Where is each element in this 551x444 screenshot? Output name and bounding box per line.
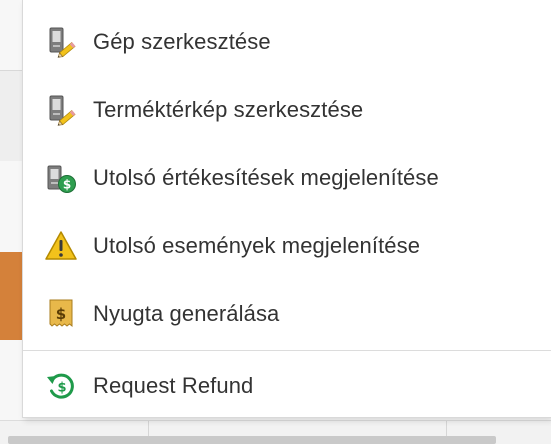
background-highlight-row [0,252,22,340]
menu-item-label: Request Refund [93,373,254,398]
svg-text:$: $ [56,305,66,323]
svg-text:$: $ [63,178,71,192]
refund-icon: $ [43,368,79,404]
menu-item-label: Nyugta generálása [93,301,280,326]
menu-item-request-refund[interactable]: $ Request Refund [23,358,551,414]
menu-item-show-recent-sales[interactable]: $ Utolsó értékesítések megjelenítése [23,150,551,206]
receipt-icon: $ [43,296,79,332]
machine-edit-icon [43,24,79,60]
context-menu: Gép szerkesztése Terméktérkép szerkeszté… [22,0,551,418]
menu-item-label: Utolsó események megjelenítése [93,233,421,258]
menu-item-label: Terméktérkép szerkesztése [93,97,364,122]
horizontal-scrollbar[interactable] [8,436,496,444]
svg-text:$: $ [57,381,66,396]
warning-icon [43,228,79,264]
recent-sales-icon: $ [43,160,79,196]
menu-item-edit-product-map[interactable]: Terméktérkép szerkesztése [23,82,551,138]
menu-item-generate-receipt[interactable]: $ Nyugta generálása [23,286,551,342]
menu-item-edit-machine[interactable]: Gép szerkesztése [23,14,551,70]
menu-item-label: Gép szerkesztése [93,29,271,54]
menu-item-label: Utolsó értékesítések megjelenítése [93,165,439,190]
product-map-edit-icon [43,92,79,128]
background-row [0,70,22,161]
menu-separator [23,350,551,351]
menu-item-show-recent-events[interactable]: Utolsó események megjelenítése [23,218,551,274]
app-window: Gép szerkesztése Terméktérkép szerkeszté… [0,0,551,444]
